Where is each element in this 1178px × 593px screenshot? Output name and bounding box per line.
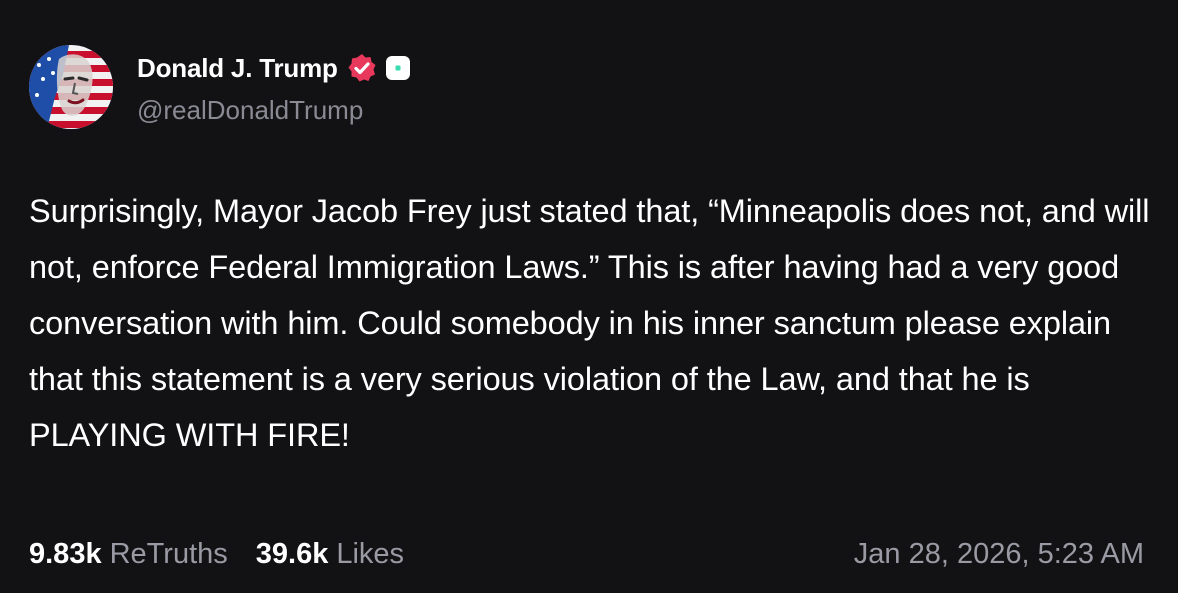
verified-badge-icon bbox=[347, 53, 377, 83]
post-footer: 9.83k ReTruths 39.6k Likes Jan 28, 2026,… bbox=[29, 533, 1144, 575]
retruths-stat[interactable]: 9.83k ReTruths bbox=[29, 538, 228, 571]
likes-stat[interactable]: 39.6k Likes bbox=[256, 538, 404, 571]
author-handle[interactable]: @realDonaldTrump bbox=[137, 95, 363, 126]
retruths-count: 9.83k bbox=[29, 537, 102, 570]
flag-portrait-avatar-icon bbox=[29, 45, 113, 129]
post-card: Donald J. Trump @realDonaldTrump Surpris… bbox=[0, 0, 1178, 593]
post-timestamp[interactable]: Jan 28, 2026, 5:23 AM bbox=[854, 538, 1144, 571]
author-avatar[interactable] bbox=[29, 45, 113, 129]
retruths-label: ReTruths bbox=[109, 537, 228, 570]
author-name-row: Donald J. Trump bbox=[137, 52, 411, 84]
author-display-name[interactable]: Donald J. Trump bbox=[137, 53, 338, 84]
likes-label: Likes bbox=[336, 537, 405, 570]
post-body-text: Surprisingly, Mayor Jacob Frey just stat… bbox=[29, 193, 1150, 453]
square-tag-icon bbox=[385, 55, 411, 81]
likes-count: 39.6k bbox=[255, 537, 329, 570]
